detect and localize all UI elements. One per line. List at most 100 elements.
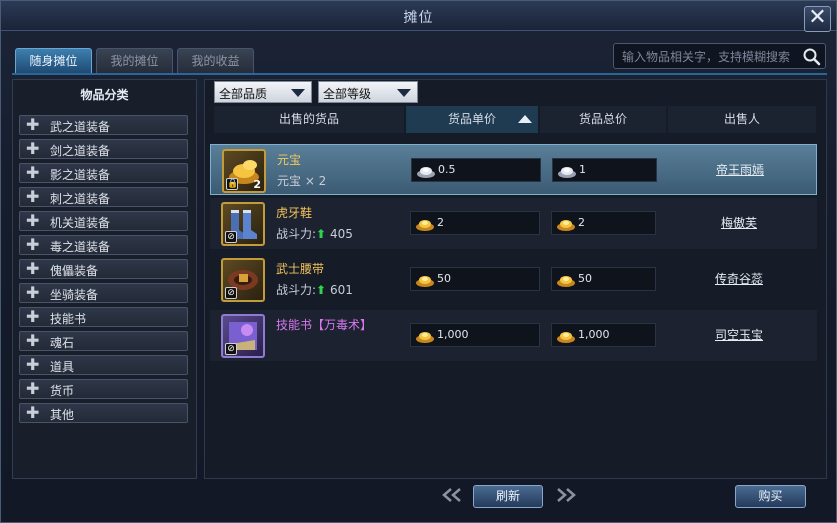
total-price: 1 — [552, 158, 657, 182]
category-item-label: 魂石 — [50, 336, 75, 350]
stall-window: 摊位 ✕ 随身摊位 我的摊位 我的收益 物品分类 ✚ 武之道装备 ✚ 剑之道装备 ✚ 影之… — [0, 0, 837, 523]
category-item[interactable]: ✚ 机关道装备 — [19, 211, 188, 231]
column-header-item[interactable]: 出售的货品 — [214, 106, 404, 133]
level-dropdown[interactable]: 全部等级 — [318, 81, 418, 103]
column-header-unit-price-label: 货品单价 — [447, 112, 496, 126]
power-value: 405 — [329, 227, 353, 241]
previous-page-icon[interactable] — [441, 487, 463, 503]
category-item-label: 机关道装备 — [50, 216, 111, 230]
power-label: 战斗力: — [276, 227, 317, 241]
silver-ingot-icon — [557, 163, 577, 179]
total-price: 50 — [551, 267, 656, 291]
category-item-label: 道具 — [50, 360, 75, 374]
tab-my-earnings[interactable]: 我的收益 — [177, 48, 254, 73]
plus-icon: ✚ — [26, 211, 40, 230]
bound-icon: 🔒 — [226, 178, 239, 190]
category-item[interactable]: ✚ 坐骑装备 — [19, 283, 188, 303]
item-power: 战斗力:⬆ 405 — [276, 225, 353, 242]
category-item[interactable]: ✚ 刺之道装备 — [19, 187, 188, 207]
table-row[interactable]: 🔒 2 元宝 元宝 × 2 0.5 1 帝王雨嫣 — [210, 144, 817, 195]
category-item-label: 武之道装备 — [50, 120, 111, 134]
category-item-label: 剑之道装备 — [50, 144, 111, 158]
search-input[interactable] — [622, 48, 798, 66]
table-row[interactable]: ⊘ 技能书【万毒术】 1,000 1,000 司空玉宝 — [210, 310, 817, 361]
category-item[interactable]: ✚ 技能书 — [19, 307, 188, 327]
column-header-total-price[interactable]: 货品总价 — [540, 106, 666, 133]
total-price-value: 1 — [579, 163, 586, 176]
unit-price: 0.5 — [411, 158, 541, 182]
category-item[interactable]: ✚ 剑之道装备 — [19, 139, 188, 159]
plus-icon: ✚ — [26, 235, 40, 254]
seller-name[interactable]: 传奇谷蕊 — [669, 270, 809, 287]
item-power: 战斗力:⬆ 601 — [276, 281, 353, 298]
window-title: 摊位 — [403, 10, 434, 26]
column-header-unit-price[interactable]: 货品单价 — [406, 106, 538, 133]
gold-ingot-icon — [556, 328, 576, 344]
seller-name[interactable]: 司空玉宝 — [669, 326, 809, 343]
refresh-button[interactable]: 刷新 — [473, 485, 543, 508]
arrow-up-icon: ⬆ — [316, 227, 327, 241]
next-page-icon[interactable] — [555, 487, 577, 503]
category-item[interactable]: ✚ 魂石 — [19, 331, 188, 351]
skill-book-icon: ⊘ — [221, 314, 265, 358]
search-box — [613, 43, 826, 69]
chevron-down-icon — [291, 89, 305, 97]
tab-my-stall[interactable]: 我的摊位 — [96, 48, 173, 73]
unit-price-value: 1,000 — [437, 328, 469, 341]
plus-icon: ✚ — [26, 163, 40, 182]
tab-portable-stall[interactable]: 随身摊位 — [15, 48, 92, 73]
plus-icon: ✚ — [26, 259, 40, 278]
total-price-value: 2 — [578, 216, 585, 229]
category-item[interactable]: ✚ 影之道装备 — [19, 163, 188, 183]
bound-icon: ⊘ — [225, 231, 237, 243]
unit-price: 2 — [410, 211, 540, 235]
total-price-value: 50 — [578, 272, 592, 285]
item-subtitle: 元宝 × 2 — [277, 174, 327, 188]
level-dropdown-label: 全部等级 — [323, 87, 372, 101]
category-item[interactable]: ✚ 道具 — [19, 355, 188, 375]
total-price-value: 1,000 — [578, 328, 610, 341]
plus-icon: ✚ — [26, 187, 40, 206]
seller-name[interactable]: 梅傲芙 — [669, 214, 809, 231]
category-item-label: 技能书 — [50, 312, 87, 326]
sort-ascending-icon — [518, 115, 532, 123]
boots-icon: ⊘ — [221, 202, 265, 246]
bound-icon: ⊘ — [225, 287, 237, 299]
category-item[interactable]: ✚ 毒之道装备 — [19, 235, 188, 255]
power-value: 601 — [329, 283, 353, 297]
plus-icon: ✚ — [26, 307, 40, 326]
category-item[interactable]: ✚ 货币 — [19, 379, 188, 399]
search-icon[interactable] — [802, 47, 822, 67]
plus-icon: ✚ — [26, 379, 40, 398]
table-row[interactable]: ⊘ 虎牙鞋 战斗力:⬆ 405 2 2 梅傲芙 — [210, 198, 817, 249]
arrow-up-icon: ⬆ — [316, 283, 327, 297]
seller-name[interactable]: 帝王雨嫣 — [670, 161, 810, 178]
category-item-label: 刺之道装备 — [50, 192, 111, 206]
bound-icon: ⊘ — [225, 343, 237, 355]
buy-button[interactable]: 购买 — [735, 485, 806, 508]
plus-icon: ✚ — [26, 139, 40, 158]
item-name: 武士腰带 — [276, 262, 325, 276]
category-item-label: 货币 — [50, 384, 75, 398]
quality-dropdown[interactable]: 全部品质 — [214, 81, 312, 103]
chevron-down-icon — [397, 89, 411, 97]
category-item[interactable]: ✚ 其他 — [19, 403, 188, 423]
item-name: 元宝 — [277, 153, 302, 167]
gold-ingot-icon — [415, 272, 435, 288]
unit-price-value: 0.5 — [438, 163, 456, 176]
total-price: 1,000 — [551, 323, 656, 347]
gold-ingot-icon — [556, 216, 576, 232]
plus-icon: ✚ — [26, 283, 40, 302]
gold-ingot-icon — [415, 216, 435, 232]
belt-icon: ⊘ — [221, 258, 265, 302]
category-item[interactable]: ✚ 傀儡装备 — [19, 259, 188, 279]
plus-icon: ✚ — [26, 115, 40, 134]
column-header-seller[interactable]: 出售人 — [668, 106, 816, 133]
category-item[interactable]: ✚ 武之道装备 — [19, 115, 188, 135]
category-item-label: 坐骑装备 — [50, 288, 99, 302]
close-button[interactable]: ✕ — [804, 6, 831, 32]
gold-ingot-icon — [556, 272, 576, 288]
quality-dropdown-label: 全部品质 — [219, 87, 268, 101]
unit-price-value: 2 — [437, 216, 444, 229]
table-row[interactable]: ⊘ 武士腰带 战斗力:⬆ 601 50 50 传奇谷蕊 — [210, 254, 817, 305]
